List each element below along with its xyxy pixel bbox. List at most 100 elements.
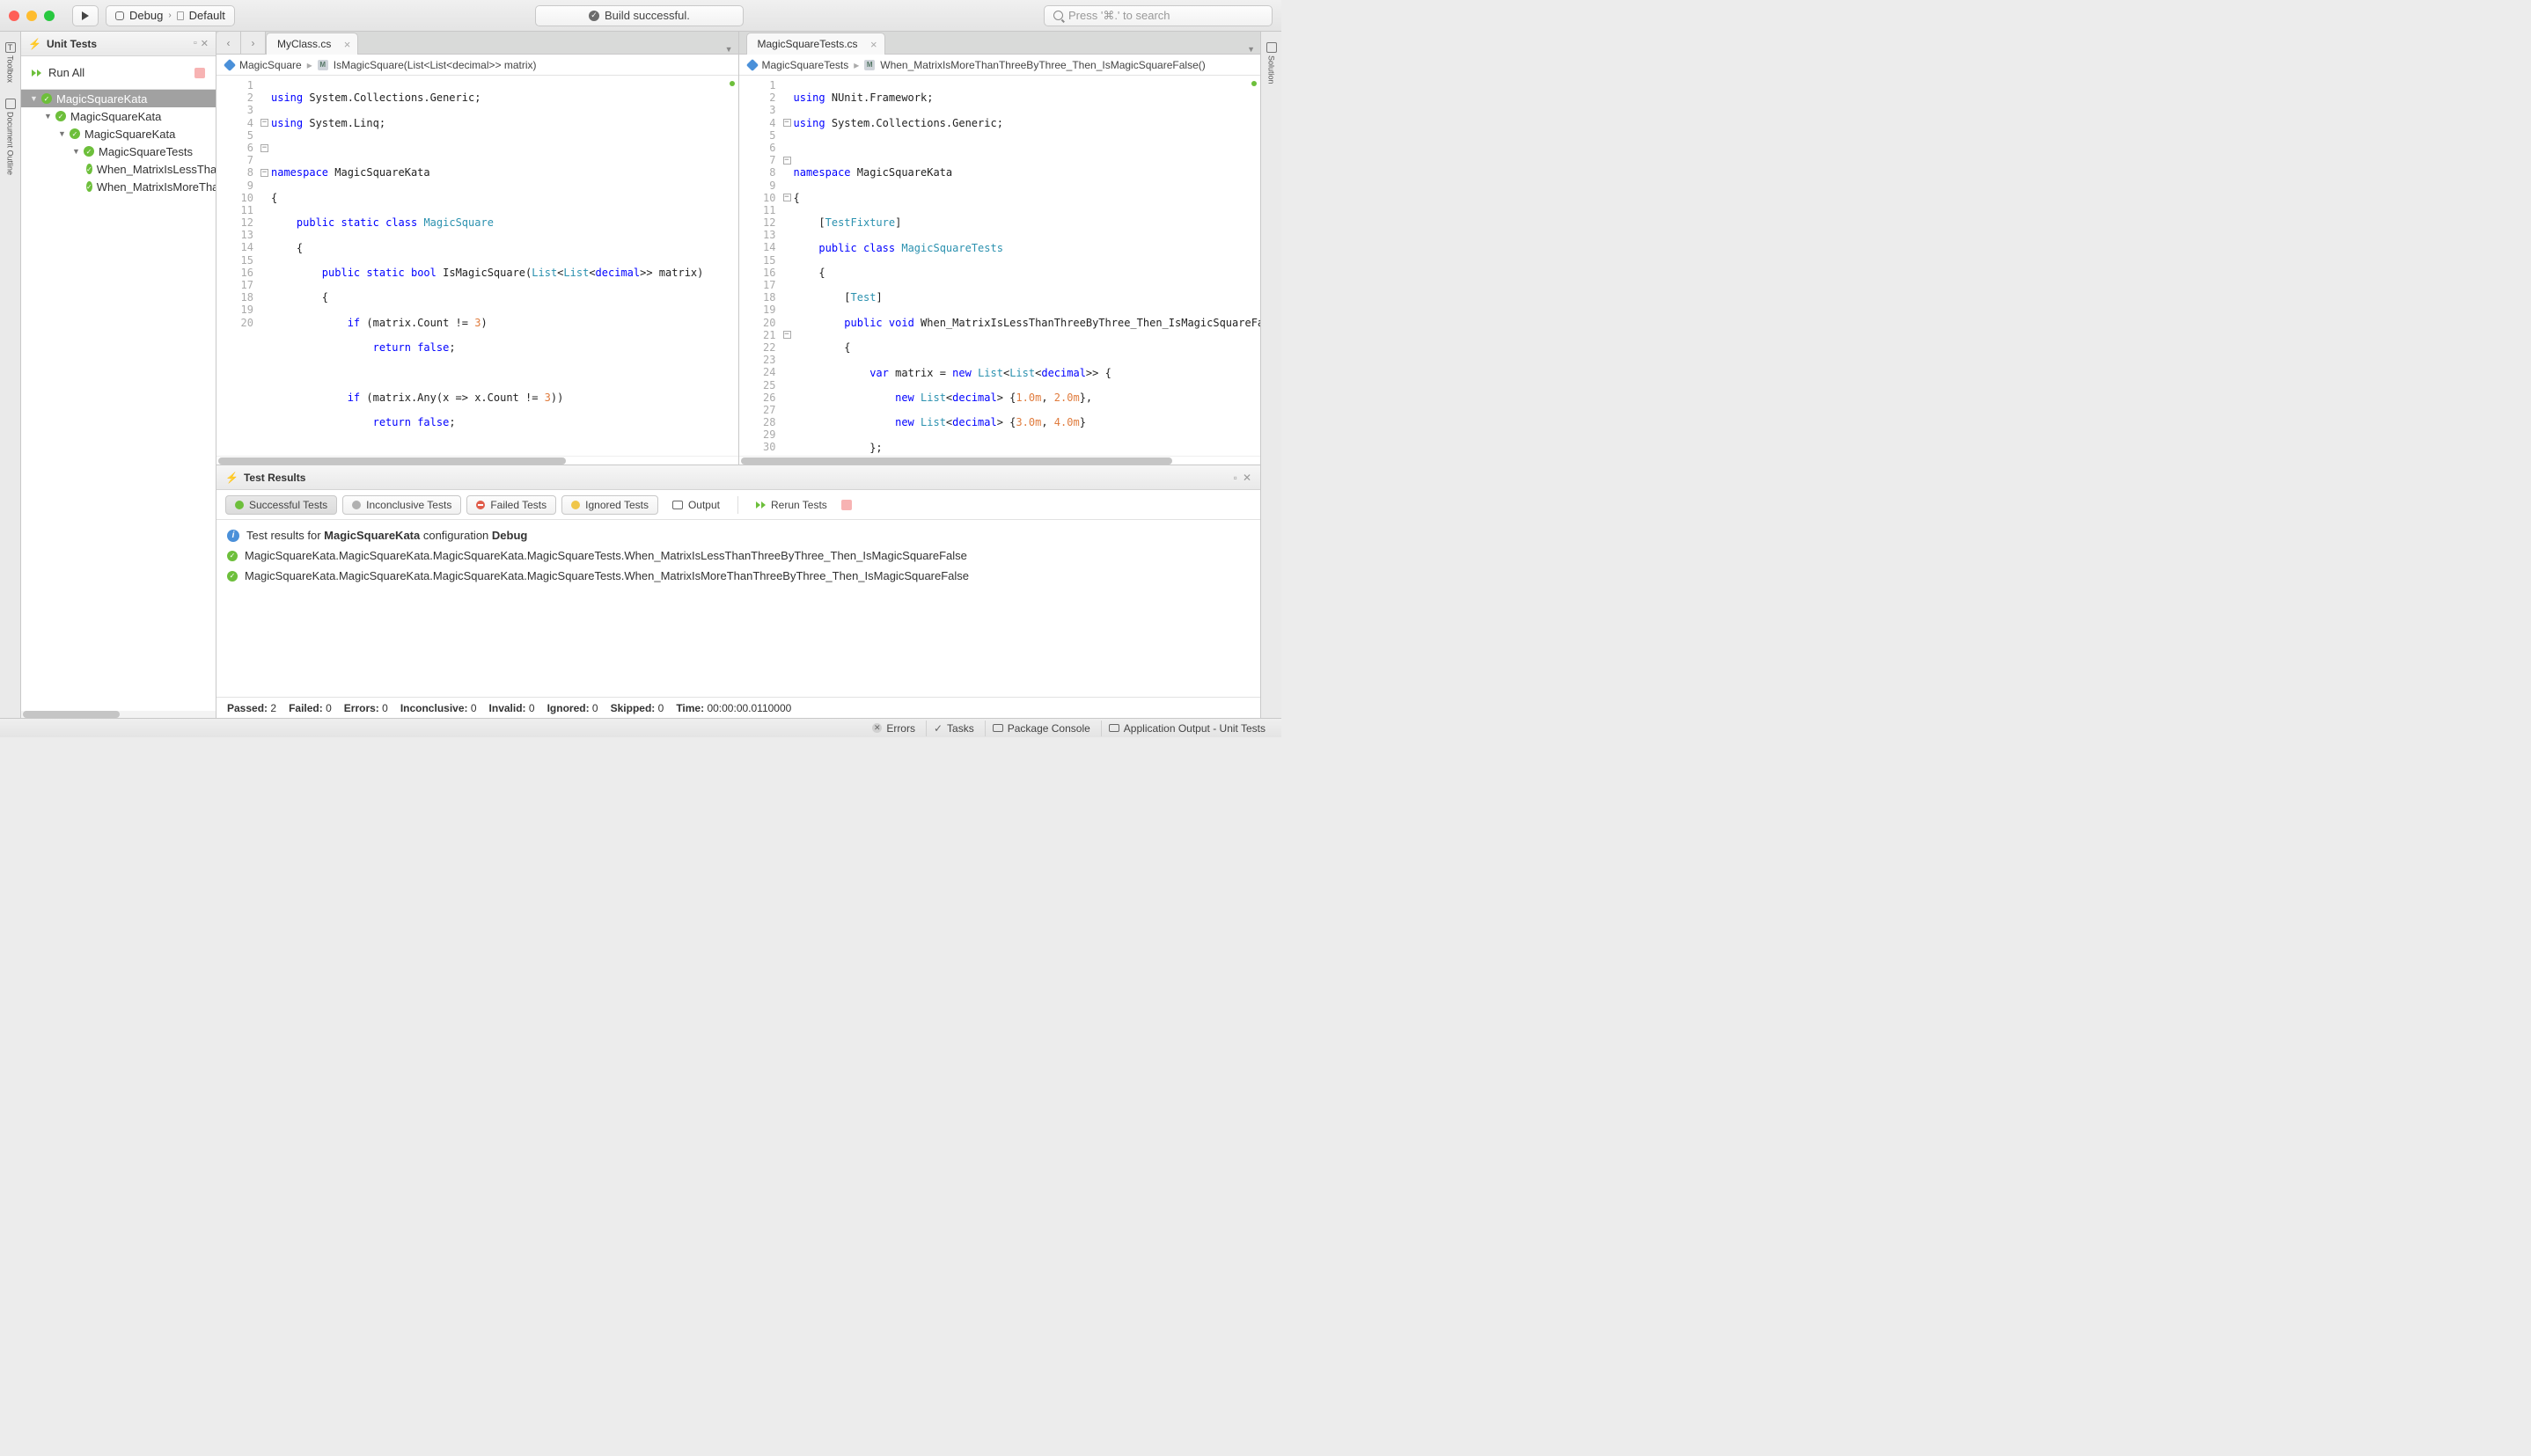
stop-rerun-button[interactable] (841, 500, 852, 510)
solution-rail-tab[interactable]: Solution (1266, 39, 1277, 88)
code-editor-left[interactable]: 1234567891011121314151617181920 −−− usin… (216, 76, 738, 456)
editor-hscroll-right[interactable] (739, 456, 1261, 465)
ignored-icon (571, 501, 580, 509)
rerun-button[interactable]: Rerun Tests (747, 495, 836, 515)
unit-tests-header: ⚡ Unit Tests ▫✕ (21, 32, 216, 56)
run-button[interactable] (72, 5, 99, 26)
status-text: Build successful. (605, 9, 690, 22)
doc-outline-rail-tab[interactable]: Document Outline (5, 95, 16, 179)
tree-node[interactable]: ▼✓MagicSquareKata (21, 107, 216, 125)
scrollbar-thumb[interactable] (741, 457, 1172, 465)
nav-forward-button[interactable]: › (241, 32, 266, 54)
tab-dropdown-icon[interactable]: ▼ (1247, 45, 1255, 54)
tree-node[interactable]: ▼✓MagicSquareTests (21, 143, 216, 160)
doc-outline-icon (5, 99, 16, 109)
crumb-method[interactable]: IsMagicSquare(List<List<decimal>> matrix… (334, 59, 537, 71)
minimize-window-button[interactable] (26, 11, 37, 21)
close-window-button[interactable] (9, 11, 19, 21)
tasks-pad[interactable]: ✓Tasks (926, 721, 981, 736)
editor-left: ‹ › MyClass.cs× ▼ MagicSquare ▸ M IsMagi… (216, 32, 739, 465)
right-rail: Solution (1260, 32, 1281, 718)
status-bar: ✕Errors ✓Tasks Package Console Applicati… (0, 718, 1281, 737)
check-icon: ✓ (589, 11, 599, 21)
dock-icon[interactable]: ▫ (194, 38, 197, 49)
namespace-icon (745, 58, 758, 70)
tree-leaf[interactable]: ✓When_MatrixIsLessThanThreeByThree_Then_… (21, 160, 216, 178)
result-row[interactable]: ✓MagicSquareKata.MagicSquareKata.MagicSq… (227, 545, 1250, 566)
status-pill[interactable]: ✓ Build successful. (535, 5, 744, 26)
scrollbar-thumb[interactable] (23, 711, 120, 718)
pass-icon: ✓ (55, 111, 66, 121)
pass-icon: ✓ (227, 571, 238, 582)
file-icon (177, 11, 184, 20)
results-header: ⚡ Test Results ▫ ✕ (216, 465, 1260, 490)
package-console-pad[interactable]: Package Console (985, 721, 1097, 736)
method-icon: M (864, 60, 875, 70)
method-icon: M (318, 60, 328, 70)
tree-leaf[interactable]: ✓When_MatrixIsMoreThanThreeByThree_Then_… (21, 178, 216, 195)
fold-column: −−−− (783, 76, 794, 456)
editor-hscroll-left[interactable] (216, 456, 738, 465)
filter-ignored[interactable]: Ignored Tests (561, 495, 658, 515)
pass-icon: ✓ (227, 551, 238, 561)
crumb-method[interactable]: When_MatrixIsMoreThanThreeByThree_Then_I… (880, 59, 1206, 71)
scrollbar-thumb[interactable] (218, 457, 566, 465)
tree-node[interactable]: ▼✓MagicSquareKata (21, 125, 216, 143)
toolbox-rail-tab[interactable]: TToolbox (5, 39, 16, 86)
close-panel-icon[interactable]: ✕ (201, 38, 209, 49)
result-row[interactable]: ✓MagicSquareKata.MagicSquareKata.MagicSq… (227, 566, 1250, 586)
close-tab-icon[interactable]: × (870, 38, 877, 51)
namespace-icon (224, 58, 236, 70)
results-filter-bar: Successful Tests Inconclusive Tests Fail… (216, 490, 1260, 520)
crumb-namespace[interactable]: MagicSquareTests (762, 59, 849, 71)
run-all-bar: Run All (21, 56, 216, 90)
results-summary: Passed: 2 Failed: 0 Errors: 0 Inconclusi… (216, 697, 1260, 718)
failed-icon (476, 501, 485, 509)
nav-back-button[interactable]: ‹ (216, 32, 241, 54)
editor-tabs-left: ‹ › MyClass.cs× ▼ (216, 32, 738, 55)
crumb-namespace[interactable]: MagicSquare (239, 59, 302, 71)
code-editor-right[interactable]: 1234567891011121314151617181920212223242… (739, 76, 1261, 456)
rerun-icon (756, 501, 766, 509)
tree-node-root[interactable]: ▼✓MagicSquareKata (21, 90, 216, 107)
filter-failed[interactable]: Failed Tests (466, 495, 556, 515)
close-tab-icon[interactable]: × (344, 38, 351, 51)
global-search[interactable]: Press '⌘.' to search (1044, 5, 1273, 26)
results-title: Test Results (244, 472, 305, 484)
editor-tabs-right: MagicSquareTests.cs× ▼ (739, 32, 1261, 55)
test-results-panel: ⚡ Test Results ▫ ✕ Successful Tests Incon… (216, 465, 1260, 718)
build-status: ✓ Build successful. (242, 5, 1037, 26)
results-body: i Test results for MagicSquareKata confi… (216, 520, 1260, 697)
file-tab[interactable]: MyClass.cs× (266, 33, 358, 55)
run-all-icon (32, 70, 41, 77)
config-picker[interactable]: Debug › Default (106, 5, 235, 26)
breadcrumb-right: MagicSquareTests ▸ M When_MatrixIsMoreTh… (739, 55, 1261, 76)
app-output-pad[interactable]: Application Output - Unit Tests (1101, 721, 1273, 736)
close-icon[interactable]: ✕ (1243, 472, 1251, 484)
tests-hscroll[interactable] (21, 711, 216, 718)
info-icon: i (227, 530, 239, 542)
stop-button[interactable] (194, 68, 205, 78)
tab-dropdown-icon[interactable]: ▼ (725, 45, 733, 54)
errors-pad[interactable]: ✕Errors (865, 721, 922, 736)
breadcrumb-left: MagicSquare ▸ M IsMagicSquare(List<List<… (216, 55, 738, 76)
output-tab[interactable]: Output (664, 495, 729, 515)
bolt-icon: ⚡ (225, 472, 238, 484)
chevron-right-icon: ▸ (854, 59, 859, 71)
dock-icon[interactable]: ▫ (1234, 472, 1237, 484)
fold-column: −−− (260, 76, 271, 456)
pass-icon: ✓ (41, 93, 52, 104)
filter-successful[interactable]: Successful Tests (225, 495, 337, 515)
pass-icon: ✓ (84, 146, 94, 157)
tests-tree: ▼✓MagicSquareKata ▼✓MagicSquareKata ▼✓Ma… (21, 90, 216, 711)
results-info-line: i Test results for MagicSquareKata confi… (227, 525, 1250, 545)
run-all-button[interactable]: Run All (48, 66, 84, 79)
filter-inconclusive[interactable]: Inconclusive Tests (342, 495, 461, 515)
file-tab[interactable]: MagicSquareTests.cs× (746, 33, 885, 55)
search-placeholder: Press '⌘.' to search (1068, 9, 1170, 23)
window-controls (9, 11, 55, 21)
zoom-window-button[interactable] (44, 11, 55, 21)
code-body[interactable]: using NUnit.Framework; using System.Coll… (794, 76, 1261, 456)
terminal-icon (993, 724, 1003, 732)
code-body[interactable]: using System.Collections.Generic; using … (271, 76, 738, 456)
